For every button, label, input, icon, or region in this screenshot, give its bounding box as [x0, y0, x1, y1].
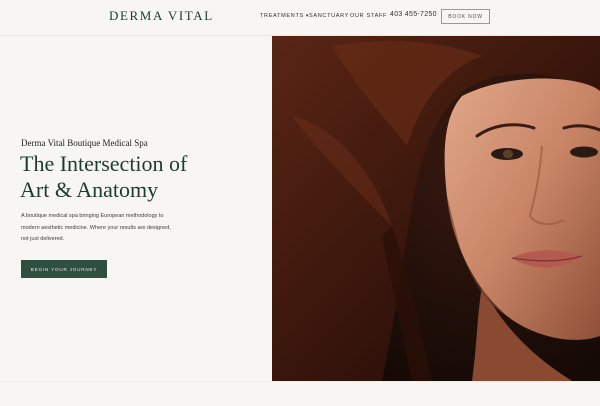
nav-our-staff[interactable]: OUR STAFF	[350, 13, 387, 19]
phone-number-link[interactable]: 403 455-7250	[390, 11, 437, 18]
nav-sanctuary[interactable]: SANCTUARY	[309, 13, 349, 19]
begin-journey-button[interactable]: BEGIN YOUR JOURNEY	[21, 260, 107, 278]
site-logo[interactable]: DERMA VITAL	[109, 8, 214, 24]
hero-subtitle: Derma Vital Boutique Medical Spa	[21, 138, 148, 148]
nav-treatments-label: TREATMENTS	[260, 13, 304, 19]
nav-our-staff-label: OUR STAFF	[350, 13, 388, 19]
book-now-label: BOOK NOW	[448, 13, 483, 20]
site-header: DERMA VITAL TREATMENTS ▾ SANCTUARY OUR ST…	[0, 0, 600, 36]
hero-portrait-image	[272, 36, 600, 381]
book-now-button[interactable]: BOOK NOW	[441, 9, 490, 24]
next-section-edge	[0, 381, 600, 406]
hero-text-panel	[0, 36, 272, 381]
nav-treatments[interactable]: TREATMENTS ▾	[260, 13, 309, 19]
hero-headline-line-1: The Intersection of	[20, 151, 188, 176]
begin-journey-label: BEGIN YOUR JOURNEY	[30, 266, 98, 272]
nav-sanctuary-label: SANCTUARY	[309, 13, 350, 19]
hero-headline-line-2: Art & Anatomy	[20, 177, 159, 202]
portrait-photo	[272, 36, 600, 381]
hero-headline: The Intersection of Art & Anatomy	[20, 151, 187, 203]
hero-description: A boutique medical spa bringing European…	[21, 213, 171, 242]
